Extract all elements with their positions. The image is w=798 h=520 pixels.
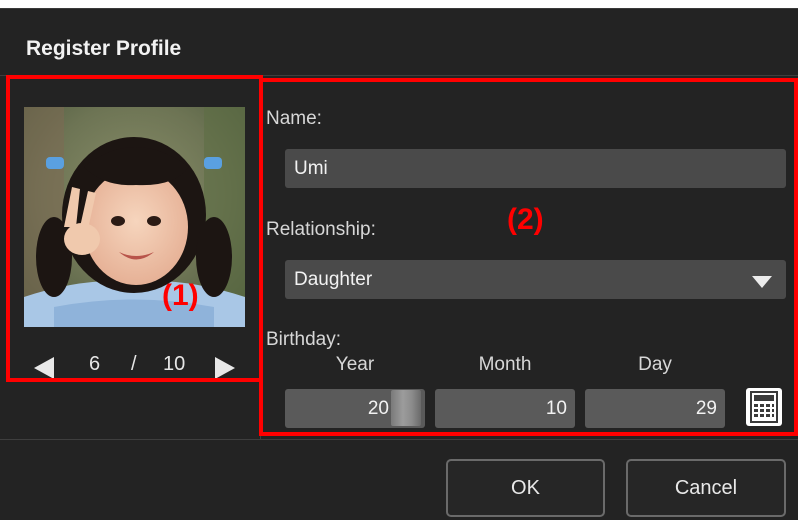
dialog-title: Register Profile <box>26 37 182 60</box>
ok-button[interactable]: OK <box>446 459 605 517</box>
footer-divider <box>0 439 798 440</box>
callout-label-details: (2) <box>507 203 544 236</box>
callout-label-photo: (1) <box>162 279 199 312</box>
callout-photo-area <box>6 75 263 382</box>
callout-details-area <box>259 78 798 436</box>
cancel-button[interactable]: Cancel <box>626 459 786 517</box>
